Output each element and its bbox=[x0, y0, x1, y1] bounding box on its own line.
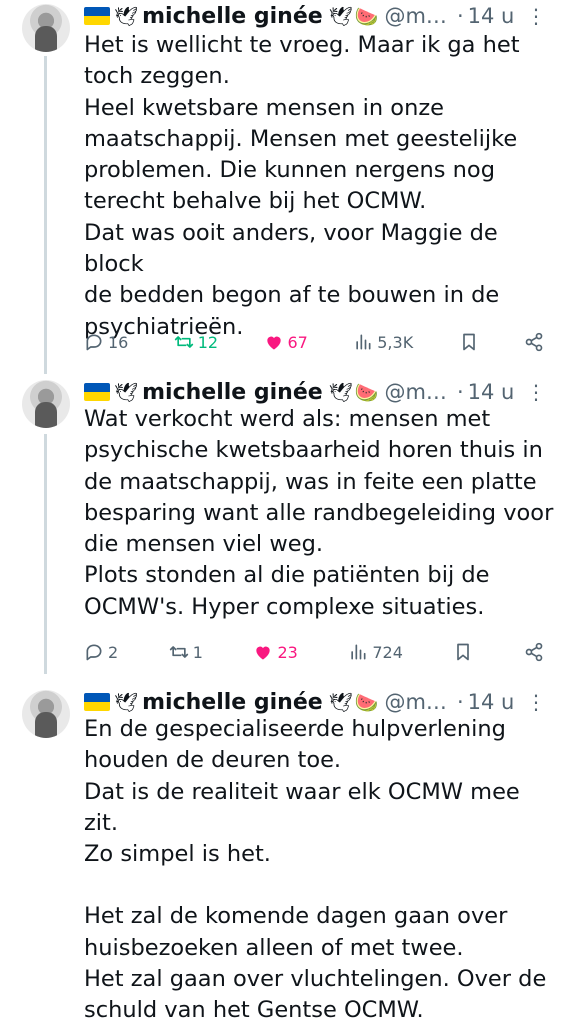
tweet-line: huisbezoeken alleen of met twee. bbox=[84, 934, 464, 961]
tweet[interactable]: 🕊 michelle ginée 🕊 🍉 @m… · 14 u ⋮ Het is… bbox=[0, 0, 565, 375]
heart-icon bbox=[266, 336, 281, 350]
tweet-line: Zo simpel is het. bbox=[84, 841, 271, 868]
tweet[interactable]: 🕊 michelle ginée 🕊 🍉 @m… · 14 u ⋮ Wat ve… bbox=[0, 376, 565, 686]
tweet-line: Dat is de realiteit waar elk OCMW mee zi… bbox=[84, 778, 520, 836]
dove-icon: 🕊 bbox=[328, 691, 353, 714]
tweet-line: Het is wellicht te vroeg. Maar ik ga het bbox=[84, 32, 520, 58]
watermelon-icon: 🍉 bbox=[354, 381, 379, 404]
reply-button[interactable]: 2 bbox=[84, 642, 118, 662]
ukraine-flag-icon bbox=[84, 7, 110, 25]
tweet-line: problemen. Die kunnen nergens nog bbox=[84, 157, 495, 184]
views-icon bbox=[356, 334, 371, 350]
tweet-line: En de gespecialiseerde hulpverlening bbox=[84, 716, 506, 742]
author-handle[interactable]: @m… bbox=[384, 690, 446, 714]
author-name[interactable]: michelle ginée bbox=[142, 380, 323, 405]
author-name[interactable]: michelle ginée bbox=[142, 690, 323, 715]
bookmark-icon bbox=[462, 333, 475, 351]
separator-dot: · bbox=[456, 380, 464, 404]
more-options-icon[interactable]: ⋮ bbox=[526, 6, 546, 26]
share-button[interactable] bbox=[524, 642, 544, 662]
like-button[interactable]: 23 bbox=[253, 642, 298, 662]
avatar[interactable] bbox=[22, 690, 70, 738]
retweet-button[interactable]: 12 bbox=[174, 332, 218, 352]
author-name[interactable]: michelle ginée bbox=[142, 4, 323, 29]
retweet-count: 1 bbox=[192, 642, 203, 662]
ukraine-flag-icon bbox=[84, 383, 110, 401]
avatar[interactable] bbox=[22, 380, 70, 428]
views-button[interactable]: 5,3K bbox=[353, 332, 413, 352]
ukraine-flag-icon bbox=[84, 693, 110, 711]
heart-icon bbox=[256, 646, 271, 660]
dove-icon: 🕊 bbox=[328, 381, 353, 404]
retweet-icon bbox=[174, 336, 193, 348]
tweet-text: Wat verkocht werd als: mensen met psychi… bbox=[84, 404, 554, 623]
like-button[interactable]: 67 bbox=[264, 332, 308, 352]
dove-icon: 🕊 bbox=[328, 5, 353, 28]
reply-button[interactable]: 16 bbox=[84, 332, 128, 352]
more-options-icon[interactable]: ⋮ bbox=[526, 382, 546, 402]
retweet-button[interactable]: 1 bbox=[169, 642, 203, 662]
bookmark-button[interactable] bbox=[459, 332, 479, 352]
reply-icon bbox=[86, 644, 102, 661]
avatar[interactable] bbox=[22, 4, 70, 52]
like-count: 67 bbox=[287, 332, 308, 352]
tweet-line: terecht behalve bij het OCMW. bbox=[84, 188, 427, 215]
tweet-line: houden de deuren toe. bbox=[84, 747, 342, 774]
dove-olive-icon: 🕊 bbox=[114, 691, 139, 714]
tweet-line: Het zal de komende dagen gaan over bbox=[84, 903, 508, 930]
tweet-line: Het zal gaan over vluchtelingen. Over de bbox=[84, 966, 547, 993]
tweet-line: die mensen viel weg. bbox=[84, 531, 324, 558]
share-icon bbox=[525, 642, 543, 662]
author-handle[interactable]: @m… bbox=[384, 380, 446, 404]
separator-dot: · bbox=[456, 4, 464, 28]
timestamp[interactable]: 14 u bbox=[468, 380, 515, 404]
reply-count: 2 bbox=[108, 642, 119, 662]
tweet-line: de maatschappij, was in feite een platte bbox=[84, 468, 537, 495]
retweet-count: 12 bbox=[197, 332, 219, 352]
tweet-line: schuld van het Gentse OCMW. bbox=[84, 997, 424, 1024]
tweet-line: toch zeggen. bbox=[84, 63, 230, 90]
reply-count: 16 bbox=[108, 332, 129, 352]
tweet-text: En de gespecialiseerde hulpverlening hou… bbox=[84, 714, 554, 1027]
tweet-line: besparing want alle randbegeleiding voor bbox=[84, 499, 554, 526]
watermelon-icon: 🍉 bbox=[354, 691, 379, 714]
tweet-header: 🕊 michelle ginée 🕊 🍉 @m… · 14 u ⋮ bbox=[84, 0, 554, 32]
tweet-line: psychische kwetsbaarheid horen thuis in bbox=[84, 437, 543, 464]
more-options-icon[interactable]: ⋮ bbox=[526, 692, 546, 712]
tweet[interactable]: 🕊 michelle ginée 🕊 🍉 @m… · 14 u ⋮ En de … bbox=[0, 686, 565, 1023]
tweet-actions: 16 12 67 5,3K bbox=[84, 328, 544, 356]
tweet-line: de bedden begon af te bouwen in de bbox=[84, 282, 500, 309]
tweet-line: Wat verkocht werd als: mensen met bbox=[84, 406, 491, 432]
timestamp[interactable]: 14 u bbox=[468, 4, 515, 28]
views-icon bbox=[351, 644, 366, 660]
dove-olive-icon: 🕊 bbox=[114, 381, 139, 404]
dove-olive-icon: 🕊 bbox=[114, 5, 139, 28]
views-count: 5,3K bbox=[377, 332, 414, 352]
tweet-line: Plots stonden al die patiënten bij de bbox=[84, 562, 490, 589]
tweet-line: maatschappij. Mensen met geestelijke bbox=[84, 125, 518, 152]
bookmark-icon bbox=[457, 643, 470, 661]
share-button[interactable] bbox=[524, 332, 544, 352]
timestamp[interactable]: 14 u bbox=[468, 690, 515, 714]
views-button[interactable]: 724 bbox=[348, 642, 403, 662]
watermelon-icon: 🍉 bbox=[354, 5, 379, 28]
tweet-line: Dat was ooit anders, voor Maggie de bloc… bbox=[84, 219, 498, 278]
share-icon bbox=[525, 332, 543, 352]
bookmark-button[interactable] bbox=[453, 642, 473, 662]
retweet-icon bbox=[169, 646, 188, 658]
author-handle[interactable]: @m… bbox=[384, 4, 446, 28]
reply-icon bbox=[86, 334, 102, 351]
tweet-line: Heel kwetsbare mensen in onze bbox=[84, 94, 444, 121]
tweet-text: Het is wellicht te vroeg. Maar ik ga het… bbox=[84, 30, 554, 343]
separator-dot: · bbox=[456, 690, 464, 714]
like-count: 23 bbox=[277, 642, 298, 662]
tweet-actions: 2 1 23 724 bbox=[84, 638, 544, 666]
views-count: 724 bbox=[372, 642, 403, 662]
tweet-line: OCMW's. Hyper complexe situaties. bbox=[84, 593, 485, 620]
